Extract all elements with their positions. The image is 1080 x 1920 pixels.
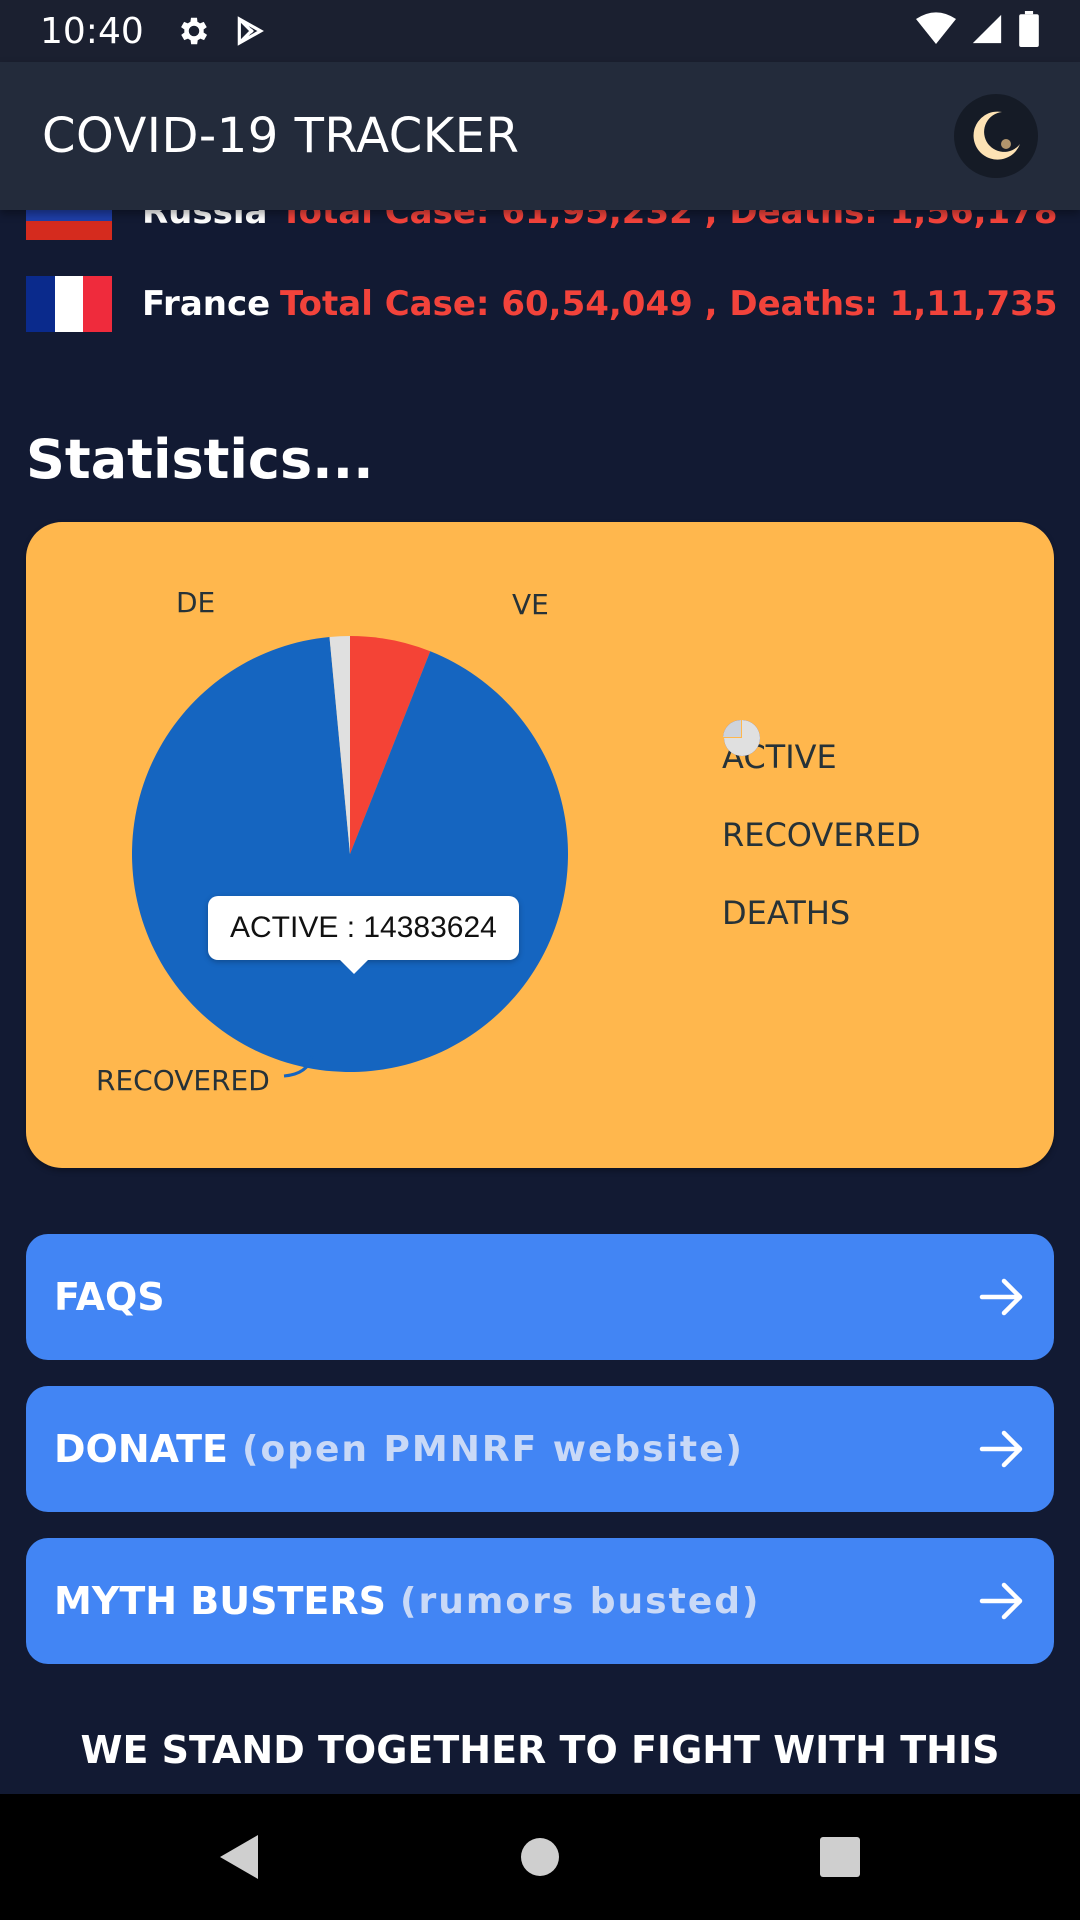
main-content[interactable]: Russia Total Case: 61,95,232 , Deaths: 1…: [0, 210, 1080, 1794]
arrow-right-icon: [979, 1582, 1023, 1620]
back-icon: [220, 1835, 258, 1879]
home-button[interactable]: [390, 1794, 690, 1920]
country-stats: Total Case: 60,54,049 , Deaths: 1,11,735: [280, 284, 1058, 324]
france-flag: [26, 276, 113, 332]
button-sublabel: (rumors busted): [399, 1580, 761, 1622]
legend-item-recovered: RECOVERED: [722, 720, 921, 874]
slice-label-recovered: RECOVERED: [96, 1064, 270, 1097]
button-label: DONATE: [54, 1427, 228, 1471]
battery-icon: [1018, 10, 1040, 52]
moon-icon: [973, 111, 1020, 160]
app-bar: COVID-19 TRACKER: [0, 62, 1080, 210]
legend-item-deaths: DEATHS: [722, 720, 921, 952]
arrow-right-icon: [979, 1430, 1023, 1468]
country-row-russia: Russia Total Case: 61,95,232 , Deaths: 1…: [26, 210, 1058, 242]
home-icon: [521, 1838, 559, 1876]
signal-icon: [970, 12, 1004, 51]
app-title: COVID-19 TRACKER: [42, 108, 520, 164]
gear-icon: [176, 13, 212, 49]
button-sublabel: (open PMNRF website): [242, 1428, 745, 1470]
button-label: MYTH BUSTERS: [54, 1579, 386, 1623]
wifi-icon: [916, 11, 956, 51]
status-bar: 10:40: [0, 0, 1080, 62]
legend-label: RECOVERED: [722, 816, 921, 854]
play-store-icon: [234, 15, 266, 47]
donate-button[interactable]: DONATE (open PMNRF website): [26, 1386, 1054, 1512]
chart-tooltip: ACTIVE : 14383624: [208, 896, 519, 974]
button-label: FAQS: [54, 1275, 165, 1319]
system-nav-bar: [0, 1794, 1080, 1920]
country-stats: Total Case: 61,95,232 , Deaths: 1,56,178: [280, 210, 1058, 232]
theme-toggle-button[interactable]: [954, 94, 1038, 178]
chart-legend: ACTIVE RECOVERED DEATHS: [722, 718, 921, 952]
faqs-button[interactable]: FAQS: [26, 1234, 1054, 1360]
slice-label-deaths: DE: [176, 586, 215, 619]
country-name: France: [142, 284, 271, 324]
recents-button[interactable]: [690, 1794, 990, 1920]
country-row-france: France Total Case: 60,54,049 , Deaths: 1…: [26, 274, 1058, 334]
status-time: 10:40: [40, 10, 144, 52]
legend-label: DEATHS: [722, 894, 851, 932]
arrow-right-icon: [979, 1278, 1023, 1316]
pie-legend-icon: [723, 720, 760, 756]
back-button[interactable]: [90, 1794, 390, 1920]
russia-flag: [26, 210, 112, 241]
myth-busters-button[interactable]: MYTH BUSTERS (rumors busted): [26, 1538, 1054, 1664]
slice-label-active: VE: [512, 588, 549, 621]
footer-message: WE STAND TOGETHER TO FIGHT WITH THIS: [80, 1728, 1000, 1772]
country-name: Russia: [142, 210, 268, 232]
recents-icon: [820, 1837, 860, 1877]
statistics-card: DE VE RECOVERED ACTIVE RECOVERED DEATHS: [26, 522, 1054, 1168]
statistics-title: Statistics...: [26, 428, 374, 491]
